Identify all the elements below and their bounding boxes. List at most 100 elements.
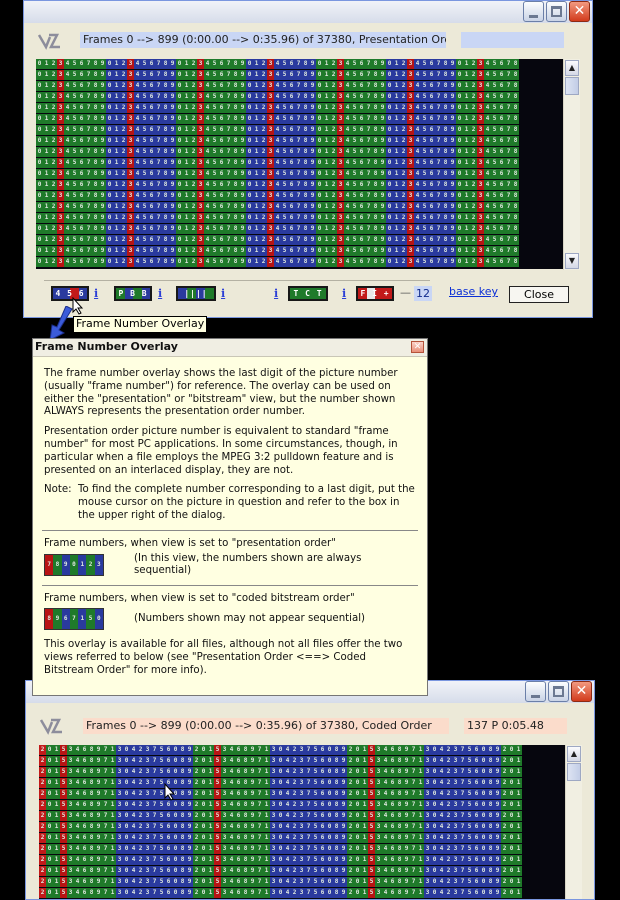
frame-grid[interactable]: 0123456789012345678901234567890123456789… bbox=[36, 59, 569, 269]
frame-cell[interactable]: 0 bbox=[456, 235, 463, 245]
frame-cell[interactable]: 3 bbox=[477, 246, 484, 256]
frame-cell[interactable]: 8 bbox=[302, 257, 309, 267]
frame-cell[interactable]: 2 bbox=[330, 125, 337, 135]
frame-cell[interactable]: 5 bbox=[141, 125, 148, 135]
frame-cell[interactable]: 5 bbox=[60, 833, 67, 843]
frame-cell[interactable]: 2 bbox=[260, 59, 267, 69]
frame-cell[interactable]: 7 bbox=[225, 224, 232, 234]
frame-cell[interactable]: 3 bbox=[267, 191, 274, 201]
frame-cell[interactable]: 9 bbox=[449, 92, 456, 102]
frame-cell[interactable]: 3 bbox=[375, 756, 382, 766]
frame-cell[interactable]: 3 bbox=[375, 778, 382, 788]
frame-cell[interactable]: 3 bbox=[270, 800, 277, 810]
frame-cell[interactable]: 2 bbox=[137, 789, 144, 799]
frame-cell[interactable]: 7 bbox=[459, 844, 466, 854]
frame-cell[interactable]: 6 bbox=[358, 246, 365, 256]
scroll-up-arrow-icon[interactable]: ▲ bbox=[567, 746, 581, 762]
frame-cell[interactable]: 4 bbox=[382, 866, 389, 876]
frame-cell[interactable]: 7 bbox=[459, 745, 466, 755]
frame-cell[interactable]: 3 bbox=[477, 103, 484, 113]
frame-cell[interactable]: 3 bbox=[116, 888, 123, 898]
frame-cell[interactable]: 3 bbox=[144, 745, 151, 755]
frame-cell[interactable]: 5 bbox=[158, 756, 165, 766]
frame-cell[interactable]: 6 bbox=[498, 202, 505, 212]
frame-cell[interactable]: 3 bbox=[197, 169, 204, 179]
frame-cell[interactable]: 4 bbox=[382, 789, 389, 799]
frame-cell[interactable]: 1 bbox=[183, 191, 190, 201]
frame-cell[interactable]: 0 bbox=[386, 158, 393, 168]
frame-cell[interactable]: 0 bbox=[200, 844, 207, 854]
frame-cell[interactable]: 1 bbox=[253, 202, 260, 212]
frame-cell[interactable]: 6 bbox=[428, 125, 435, 135]
frame-cell[interactable]: 3 bbox=[270, 756, 277, 766]
frame-cell[interactable]: 6 bbox=[473, 789, 480, 799]
frame-cell[interactable]: 4 bbox=[414, 136, 421, 146]
frame-cell[interactable]: 9 bbox=[99, 114, 106, 124]
frame-cell[interactable]: 2 bbox=[330, 70, 337, 80]
frame-cell[interactable]: 4 bbox=[64, 103, 71, 113]
frame-cell[interactable]: 3 bbox=[197, 213, 204, 223]
frame-cell[interactable]: 7 bbox=[410, 811, 417, 821]
frame-cell[interactable]: 5 bbox=[60, 767, 67, 777]
frame-cell[interactable]: 0 bbox=[200, 888, 207, 898]
frame-cell[interactable]: 8 bbox=[442, 81, 449, 91]
frame-cell[interactable]: 6 bbox=[473, 877, 480, 887]
frame-cell[interactable]: 8 bbox=[302, 224, 309, 234]
frame-cell[interactable]: 3 bbox=[337, 191, 344, 201]
frame-cell[interactable]: 3 bbox=[144, 855, 151, 865]
frame-cell[interactable]: 4 bbox=[438, 866, 445, 876]
frame-cell[interactable]: 3 bbox=[57, 202, 64, 212]
frame-cell[interactable]: 5 bbox=[211, 235, 218, 245]
frame-cell[interactable]: 9 bbox=[99, 202, 106, 212]
frame-cell[interactable]: 4 bbox=[344, 158, 351, 168]
frame-cell[interactable]: 9 bbox=[379, 191, 386, 201]
frame-cell[interactable]: 7 bbox=[295, 180, 302, 190]
frame-cell[interactable]: 9 bbox=[379, 147, 386, 157]
frame-cell[interactable]: 7 bbox=[85, 257, 92, 267]
frame-cell[interactable]: 0 bbox=[123, 822, 130, 832]
frame-cell[interactable]: 9 bbox=[239, 257, 246, 267]
frame-cell[interactable]: 3 bbox=[267, 158, 274, 168]
frame-cell[interactable]: 9 bbox=[309, 180, 316, 190]
frame-cell[interactable]: 6 bbox=[498, 158, 505, 168]
frame-cell[interactable]: 1 bbox=[263, 778, 270, 788]
frame-cell[interactable]: 4 bbox=[344, 246, 351, 256]
frame-cell[interactable]: 8 bbox=[487, 811, 494, 821]
frame-cell[interactable]: 7 bbox=[225, 202, 232, 212]
frame-cell[interactable]: 3 bbox=[221, 789, 228, 799]
frame-cell[interactable]: 8 bbox=[333, 833, 340, 843]
frame-cell[interactable]: 8 bbox=[372, 136, 379, 146]
frame-cell[interactable]: 0 bbox=[176, 92, 183, 102]
frame-cell[interactable]: 3 bbox=[375, 811, 382, 821]
frame-cell[interactable]: 1 bbox=[183, 202, 190, 212]
frame-cell[interactable]: 7 bbox=[435, 202, 442, 212]
frame-cell[interactable]: 8 bbox=[487, 767, 494, 777]
frame-cell[interactable]: 3 bbox=[116, 811, 123, 821]
frame-cell[interactable]: 4 bbox=[438, 789, 445, 799]
frame-cell[interactable]: 9 bbox=[99, 147, 106, 157]
frame-cell[interactable]: 8 bbox=[88, 745, 95, 755]
frame-cell[interactable]: 2 bbox=[470, 246, 477, 256]
frame-cell[interactable]: 0 bbox=[172, 888, 179, 898]
frame-cell[interactable]: 9 bbox=[95, 778, 102, 788]
frame-cell[interactable]: 9 bbox=[239, 235, 246, 245]
frame-cell[interactable]: 9 bbox=[403, 866, 410, 876]
frame-cell[interactable]: 3 bbox=[477, 224, 484, 234]
frame-cell[interactable]: 5 bbox=[281, 147, 288, 157]
frame-cell[interactable]: 2 bbox=[193, 833, 200, 843]
frame-cell[interactable]: 0 bbox=[176, 224, 183, 234]
frame-cell[interactable]: 3 bbox=[407, 213, 414, 223]
frame-cell[interactable]: 2 bbox=[50, 92, 57, 102]
field-overlay-button[interactable]: |||| bbox=[176, 286, 216, 301]
frame-cell[interactable]: 5 bbox=[421, 246, 428, 256]
frame-cell[interactable]: 7 bbox=[410, 844, 417, 854]
frame-cell[interactable]: 4 bbox=[414, 202, 421, 212]
frame-cell[interactable]: 0 bbox=[246, 81, 253, 91]
frame-cell[interactable]: 7 bbox=[365, 147, 372, 157]
frame-cell[interactable]: 1 bbox=[323, 59, 330, 69]
frame-cell[interactable]: 9 bbox=[309, 147, 316, 157]
frame-cell[interactable]: 4 bbox=[414, 59, 421, 69]
frame-cell[interactable]: 5 bbox=[491, 114, 498, 124]
frame-cell[interactable]: 2 bbox=[400, 158, 407, 168]
frame-cell[interactable]: 8 bbox=[333, 800, 340, 810]
